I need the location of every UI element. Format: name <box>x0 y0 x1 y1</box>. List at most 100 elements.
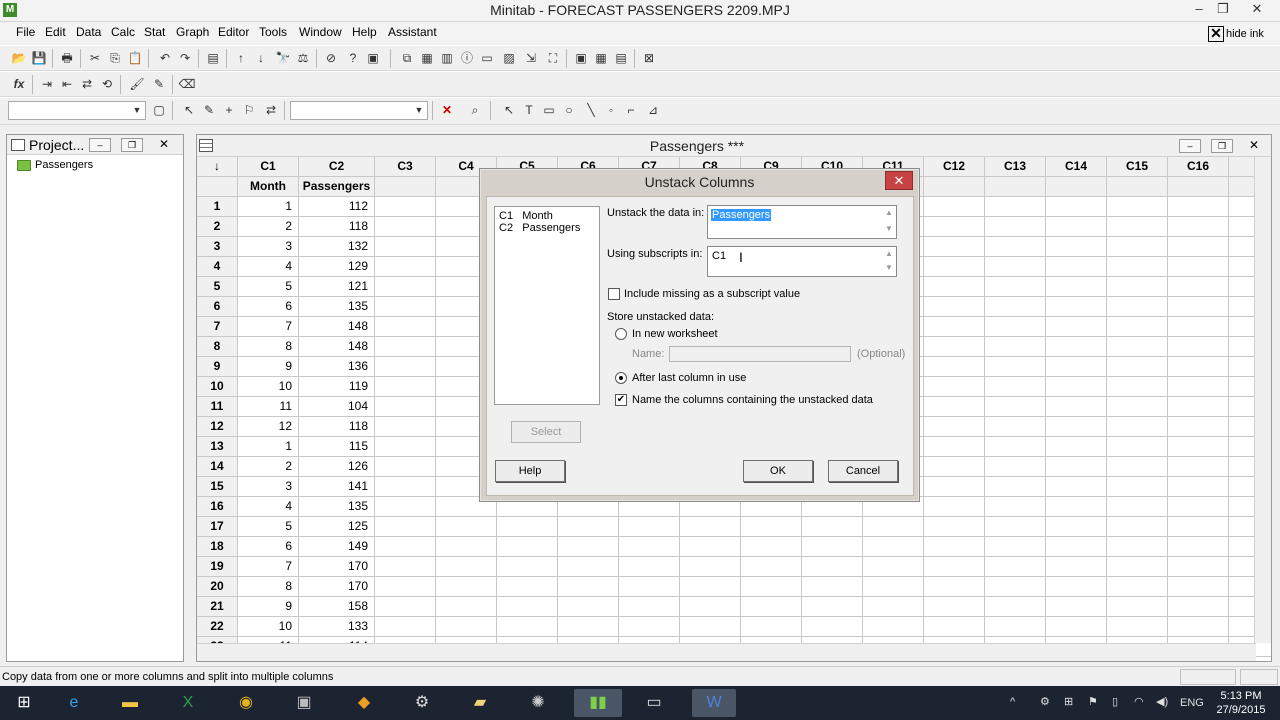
table-cell[interactable] <box>497 617 558 637</box>
table-cell[interactable] <box>375 417 436 437</box>
table-cell[interactable]: 136 <box>299 357 375 377</box>
app-icon[interactable]: ▣ <box>284 689 324 717</box>
prev-icon[interactable]: ↑ <box>232 50 250 67</box>
table-cell[interactable] <box>1168 297 1229 317</box>
menu-editor[interactable]: Editor <box>218 25 249 39</box>
move-columns-icon[interactable]: ⇄ <box>78 76 96 93</box>
table-cell[interactable] <box>924 357 985 377</box>
cut-icon[interactable]: ✂ <box>86 50 104 67</box>
table-cell[interactable] <box>924 377 985 397</box>
stop-icon[interactable]: ▣ <box>364 50 382 67</box>
table-cell[interactable] <box>985 297 1046 317</box>
table-cell[interactable] <box>375 257 436 277</box>
delete-icon[interactable]: ✕ <box>438 102 456 119</box>
table-cell[interactable]: 9 <box>238 357 299 377</box>
after-last-column-radio[interactable] <box>615 372 627 384</box>
table-cell[interactable] <box>375 557 436 577</box>
table-cell[interactable] <box>1168 497 1229 517</box>
update-graph-icon[interactable]: ⟲ <box>98 76 116 93</box>
toolkit-icon[interactable]: ◆ <box>344 689 384 717</box>
close-icon[interactable]: ✕ <box>885 171 913 190</box>
hide-ink-button[interactable]: ✕ hide ink <box>1208 24 1264 44</box>
table-cell[interactable] <box>375 297 436 317</box>
table-cell[interactable] <box>1168 517 1229 537</box>
table-cell[interactable] <box>619 577 680 597</box>
table-cell[interactable] <box>436 577 497 597</box>
session-icon[interactable]: ⧉ <box>398 50 416 67</box>
help-icon[interactable]: ? <box>344 50 362 67</box>
table-cell[interactable] <box>497 577 558 597</box>
table-cell[interactable] <box>863 597 924 617</box>
table-cell[interactable] <box>1046 277 1107 297</box>
table-cell[interactable]: 8 <box>238 337 299 357</box>
history-icon[interactable]: ▭ <box>478 50 496 67</box>
menu-graph[interactable]: Graph <box>176 25 209 39</box>
table-cell[interactable] <box>375 497 436 517</box>
table-cell[interactable] <box>497 557 558 577</box>
graph-selector-combo[interactable]: ▼ <box>8 101 146 120</box>
rectangle-icon[interactable]: ▭ <box>540 102 558 119</box>
table-cell[interactable]: 118 <box>299 417 375 437</box>
eraser-icon[interactable]: ⌫ <box>178 76 196 93</box>
table-cell[interactable] <box>924 237 985 257</box>
ok-button[interactable]: OK <box>743 460 813 482</box>
table-cell[interactable]: 129 <box>299 257 375 277</box>
horizontal-scrollbar[interactable] <box>197 643 1256 661</box>
help-button[interactable]: Help <box>495 460 565 482</box>
column-header[interactable]: C2 <box>299 157 375 177</box>
table-cell[interactable] <box>985 577 1046 597</box>
table-cell[interactable] <box>924 617 985 637</box>
chevron-down-icon[interactable]: ▼ <box>884 224 894 233</box>
column-header[interactable]: C3 <box>375 157 436 177</box>
table-cell[interactable] <box>1107 237 1168 257</box>
row-header[interactable]: 11 <box>197 397 238 417</box>
table-cell[interactable] <box>1168 617 1229 637</box>
table-cell[interactable] <box>924 457 985 477</box>
table-cell[interactable] <box>1107 477 1168 497</box>
excel-icon[interactable]: X <box>168 689 208 717</box>
table-cell[interactable]: 148 <box>299 337 375 357</box>
graph-folder-icon[interactable]: ▨ <box>500 50 518 67</box>
table-cell[interactable] <box>1168 457 1229 477</box>
table-cell[interactable] <box>985 397 1046 417</box>
battery-icon[interactable]: ▯ <box>1112 695 1118 708</box>
table-cell[interactable] <box>1107 317 1168 337</box>
table-cell[interactable] <box>924 437 985 457</box>
steam-icon[interactable]: ⚙ <box>402 689 442 717</box>
vertical-scrollbar[interactable] <box>1254 157 1271 643</box>
table-cell[interactable] <box>1107 417 1168 437</box>
row-header[interactable]: 14 <box>197 457 238 477</box>
table-cell[interactable] <box>436 597 497 617</box>
table-cell[interactable] <box>1168 437 1229 457</box>
table-cell[interactable] <box>985 417 1046 437</box>
table-cell[interactable] <box>1168 557 1229 577</box>
table-cell[interactable]: 4 <box>238 257 299 277</box>
row-header[interactable]: 6 <box>197 297 238 317</box>
brush-graph-icon[interactable]: ✎ <box>200 102 218 119</box>
table-cell[interactable] <box>1046 437 1107 457</box>
table-cell[interactable]: 158 <box>299 597 375 617</box>
polyline-icon[interactable]: ⌐ <box>622 102 640 119</box>
table-cell[interactable] <box>985 437 1046 457</box>
table-cell[interactable] <box>375 377 436 397</box>
table-cell[interactable] <box>802 557 863 577</box>
table-cell[interactable] <box>1046 517 1107 537</box>
table-cell[interactable] <box>1046 597 1107 617</box>
table-cell[interactable]: 132 <box>299 237 375 257</box>
table-cell[interactable]: 149 <box>299 537 375 557</box>
name-columns-checkbox[interactable]: ✔ <box>615 394 627 406</box>
menu-window[interactable]: Window <box>299 25 342 39</box>
table-cell[interactable] <box>1046 617 1107 637</box>
table-cell[interactable] <box>985 557 1046 577</box>
column-header[interactable]: C1 <box>238 157 299 177</box>
table-cell[interactable] <box>375 437 436 457</box>
table-cell[interactable]: 141 <box>299 477 375 497</box>
cancel-button[interactable]: Cancel <box>828 460 898 482</box>
table-cell[interactable] <box>619 517 680 537</box>
table-cell[interactable] <box>924 537 985 557</box>
table-cell[interactable] <box>375 537 436 557</box>
table-cell[interactable] <box>1046 237 1107 257</box>
table-cell[interactable] <box>924 337 985 357</box>
row-header[interactable]: 17 <box>197 517 238 537</box>
table-cell[interactable] <box>1046 377 1107 397</box>
